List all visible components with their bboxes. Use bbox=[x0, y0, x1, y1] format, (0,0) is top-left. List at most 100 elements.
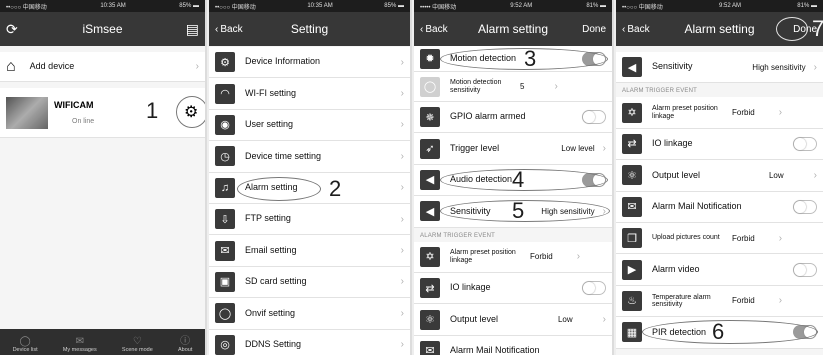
output-level-row[interactable]: ⚛ Output level Low › bbox=[414, 304, 612, 336]
trigger-level-row[interactable]: ➶ Trigger level Low level › bbox=[414, 133, 612, 165]
annotation-ring bbox=[440, 200, 610, 223]
gpio-alarm-label: GPIO alarm armed bbox=[450, 111, 526, 122]
section-header: ALARM TRIGGER EVENT bbox=[616, 83, 823, 98]
menu-icon[interactable]: ▤ bbox=[186, 21, 199, 38]
preset-linkage-row[interactable]: ✡ Alarm preset position linkage Forbid › bbox=[414, 241, 612, 273]
setting-item-alarm[interactable]: ♫ Alarm setting › 2 bbox=[209, 172, 410, 204]
battery-text: 81% ▬ bbox=[586, 3, 606, 9]
setting-item-user[interactable]: ◉ User setting › bbox=[209, 109, 410, 142]
setting-item-ftp[interactable]: ⇩ FTP setting › bbox=[209, 203, 410, 236]
back-button[interactable]: ‹ Back bbox=[622, 24, 650, 35]
done-button[interactable]: Done bbox=[582, 24, 606, 35]
done-button[interactable]: Done bbox=[793, 24, 817, 35]
io-linkage-label: IO linkage bbox=[450, 282, 491, 293]
tab-scene-mode[interactable]: ♡ Scene mode bbox=[122, 336, 153, 353]
setting-item-onvif[interactable]: ◯ Onvif setting › bbox=[209, 298, 410, 330]
gpio-alarm-toggle[interactable] bbox=[582, 110, 606, 125]
upload-pictures-value: Forbid bbox=[732, 233, 755, 243]
setting-item-email[interactable]: ✉ Email setting › bbox=[209, 235, 410, 267]
sensitivity-label: Sensitivity bbox=[652, 61, 693, 72]
chevron-right-icon: › bbox=[813, 169, 817, 181]
camera-name: WIFICAM bbox=[54, 100, 94, 110]
upload-pictures-label: Upload pictures count bbox=[652, 234, 720, 242]
annotation-number: 1 bbox=[146, 98, 159, 123]
io-linkage-row: ⇄ IO linkage bbox=[616, 128, 823, 161]
setting-item-ddns[interactable]: ◎ DDNS Setting › bbox=[209, 329, 410, 355]
refresh-icon[interactable]: ⟳ bbox=[6, 21, 18, 38]
output-icon: ⚛ bbox=[622, 165, 642, 186]
clock-text: 9:52 AM bbox=[510, 3, 533, 9]
video-icon: ▶ bbox=[622, 259, 642, 280]
temperature-sensitivity-row[interactable]: ♨ Temperature alarm sensitivity Forbid › bbox=[616, 285, 823, 318]
annotation-number: 3 bbox=[524, 46, 537, 71]
chevron-right-icon: › bbox=[400, 339, 404, 351]
gpio-icon: ✵ bbox=[420, 107, 440, 128]
chevron-right-icon: › bbox=[813, 61, 817, 73]
alarm-video-label: Alarm video bbox=[652, 263, 700, 274]
output-level-row[interactable]: ⚛ Output level Low › bbox=[616, 160, 823, 192]
device-list-screen: ••○○○ 中国移动 10:35 AM 85% ▬ ⟳ iSmsee ▤ ⌂ A… bbox=[0, 0, 207, 355]
pictures-icon: ❐ bbox=[622, 228, 642, 249]
annotation-ring bbox=[237, 176, 321, 201]
setting-item-sd-card[interactable]: ▣ SD card setting › bbox=[209, 266, 410, 299]
onvif-icon: ◯ bbox=[215, 303, 235, 324]
add-device-row[interactable]: ⌂ Add device › bbox=[0, 52, 205, 82]
preset-linkage-value: Forbid bbox=[732, 108, 755, 118]
trigger-level-value: Low level bbox=[561, 144, 595, 154]
heart-icon: ♡ bbox=[132, 336, 142, 347]
camera-status: On line bbox=[72, 118, 95, 125]
sensitivity-row[interactable]: ◀ Sensitivity High sensitivity › 5 bbox=[414, 196, 612, 228]
status-bar: ••○○○ 中国移动 9:52 AM 81% ▬ bbox=[616, 0, 823, 12]
setting-item-device-time[interactable]: ◷ Device time setting › bbox=[209, 141, 410, 173]
temperature-sensitivity-value: Forbid bbox=[732, 296, 755, 306]
tab-my-messages[interactable]: ✉ My messages bbox=[63, 336, 97, 353]
link-icon: ⇄ bbox=[622, 133, 642, 154]
trigger-icon: ➶ bbox=[420, 138, 440, 159]
audio-detection-row: ◀ Audio detection 4 bbox=[414, 164, 612, 197]
info-icon: ⓘ bbox=[180, 336, 191, 347]
io-linkage-toggle[interactable] bbox=[582, 281, 606, 296]
preset-linkage-row[interactable]: ✡ Alarm preset position linkage Forbid › bbox=[616, 97, 823, 129]
chevron-right-icon: › bbox=[400, 307, 404, 319]
setting-item-wifi[interactable]: ◠ WI-FI setting › bbox=[209, 78, 410, 110]
sensitivity-row[interactable]: ◀ Sensitivity High sensitivity › bbox=[616, 52, 823, 84]
clock-text: 9:52 AM bbox=[719, 3, 742, 9]
camera-row[interactable]: WIFICAM On line 1 ⚙ bbox=[0, 88, 205, 138]
alarm-video-row: ▶ Alarm video bbox=[616, 254, 823, 286]
link-icon: ⇄ bbox=[420, 278, 440, 299]
back-button[interactable]: ‹ Back bbox=[420, 24, 448, 35]
temperature-sensitivity-label: Temperature alarm sensitivity bbox=[652, 293, 711, 308]
battery-text: 85% ▬ bbox=[384, 3, 404, 9]
back-button[interactable]: ‹ Back bbox=[215, 24, 243, 35]
mail-notification-label: Alarm Mail Notification bbox=[450, 345, 540, 355]
output-level-value: Low bbox=[557, 315, 573, 325]
tab-about[interactable]: ⓘ About bbox=[178, 332, 192, 353]
add-home-icon: ⌂ bbox=[6, 57, 16, 75]
upload-pictures-row[interactable]: ❐ Upload pictures count Forbid › bbox=[616, 222, 823, 255]
alarm-video-toggle[interactable] bbox=[793, 262, 817, 277]
setting-screen: ••○○○ 中国移动 10:35 AM 85% ▬ ‹ Back Setting … bbox=[209, 0, 412, 355]
chevron-left-icon: ‹ bbox=[215, 23, 219, 35]
tab-device-list[interactable]: ◯ Device list bbox=[13, 336, 38, 353]
output-level-value: Low bbox=[768, 170, 784, 180]
speaker-icon: ◀ bbox=[420, 169, 440, 190]
alarm-setting-screen-top: ••••• 中国移动 9:52 AM 81% ▬ ‹ Back Alarm set… bbox=[414, 0, 614, 355]
gpio-alarm-row: ✵ GPIO alarm armed bbox=[414, 102, 612, 134]
setting-item-device-information[interactable]: ⚙ Device Information › bbox=[209, 47, 410, 79]
status-bar: ••••• 中国移动 9:52 AM 81% ▬ bbox=[414, 0, 612, 12]
io-linkage-label: IO linkage bbox=[652, 138, 693, 149]
gear-icon: ⚙ bbox=[215, 52, 235, 73]
motion-sensitivity-row[interactable]: ◯ Motion detection sensitivity 5 › bbox=[414, 72, 612, 102]
nav-bar: ‹ Back Setting bbox=[209, 12, 410, 46]
io-linkage-toggle[interactable] bbox=[793, 136, 817, 151]
preset-linkage-label: Alarm preset position linkage bbox=[652, 105, 718, 120]
mail-notification-toggle[interactable] bbox=[793, 199, 817, 214]
wifi-icon: ◠ bbox=[215, 83, 235, 104]
message-icon: ✉ bbox=[75, 336, 84, 347]
trigger-level-label: Trigger level bbox=[450, 142, 500, 153]
add-device-label: Add device bbox=[29, 60, 75, 71]
chevron-right-icon: › bbox=[778, 232, 783, 244]
annotation-ring bbox=[176, 96, 205, 128]
speaker-icon: ◀ bbox=[622, 57, 642, 78]
bell-icon: ♫ bbox=[215, 177, 235, 198]
